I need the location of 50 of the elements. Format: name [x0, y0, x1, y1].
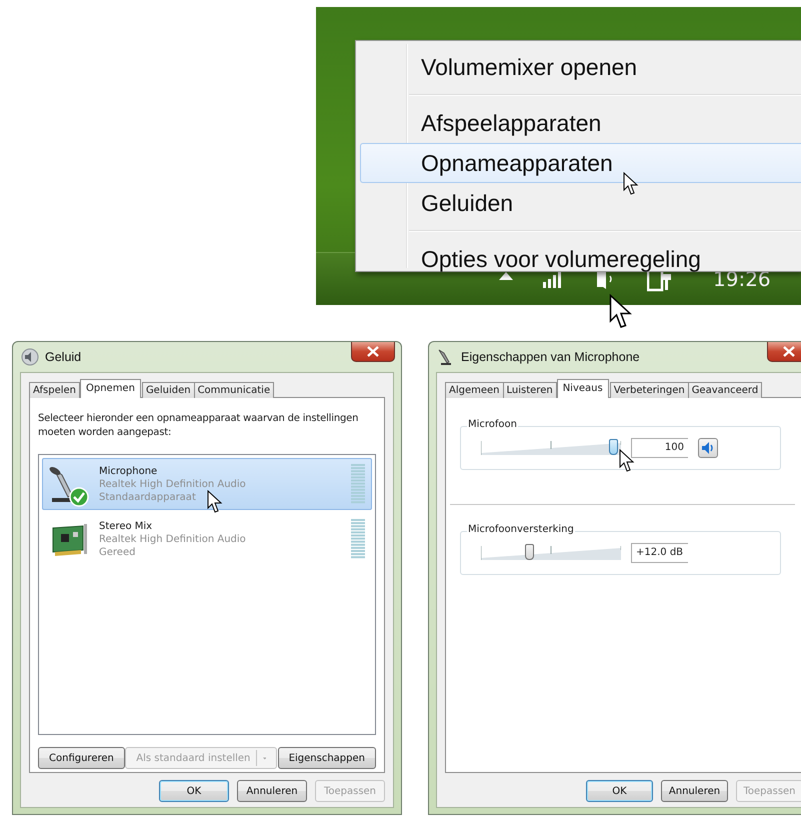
device-name: Stereo Mix	[99, 520, 152, 532]
tab[interactable]: Geavanceerd	[688, 382, 762, 398]
dialog-button[interactable]: Configureren	[38, 747, 125, 769]
cursor-icon	[608, 294, 634, 330]
device-driver: Realtek High Definition Audio	[99, 532, 246, 546]
tab[interactable]: Afspelen	[29, 382, 80, 398]
dialog-button[interactable]: OK	[159, 780, 229, 802]
dialog-button[interactable]: Annuleren	[661, 780, 728, 802]
slider[interactable]	[481, 544, 621, 562]
menu-item[interactable]: Opnameapparaten	[360, 143, 801, 183]
speaker-icon	[701, 441, 715, 455]
level-meter	[351, 464, 365, 504]
cursor-icon	[623, 172, 639, 196]
mute-button[interactable]	[698, 438, 718, 458]
device-status: Standaardapparaat	[99, 490, 196, 504]
tab[interactable]: Communicatie	[194, 382, 274, 398]
device-item[interactable]: Stereo Mix Realtek High Definition Audio Gereed	[42, 513, 372, 565]
tab[interactable]: Niveaus	[556, 379, 609, 398]
value-field[interactable]: 100	[631, 438, 688, 458]
tab[interactable]: Opnemen	[80, 379, 141, 398]
close-icon	[367, 346, 379, 357]
dialog-button[interactable]: Eigenschappen	[278, 747, 376, 769]
speaker-icon	[21, 348, 39, 366]
close-icon	[783, 346, 795, 357]
group-label: Microfoonversterking	[467, 524, 575, 535]
close-button[interactable]	[767, 342, 801, 362]
menu-item[interactable]: Geluiden	[360, 183, 801, 223]
tab[interactable]: Verbeteringen	[610, 382, 689, 398]
slider-thumb[interactable]	[524, 544, 534, 560]
window-title: Eigenschappen van Microphone	[461, 350, 640, 364]
dialog-button[interactable]: OK	[586, 780, 653, 802]
window-title: Geluid	[45, 350, 82, 364]
tab[interactable]: Geluiden	[142, 382, 195, 398]
device-item[interactable]: Microphone Realtek High Definition Audio Standaardapparaat	[42, 458, 372, 510]
dialog-button[interactable]: Annuleren	[237, 780, 307, 802]
device-driver: Realtek High Definition Audio	[99, 478, 246, 490]
group-label: Microfoon	[467, 419, 518, 430]
cursor-icon	[619, 449, 635, 473]
menu-item[interactable]: Volumemixer openen	[360, 47, 801, 87]
device-status: Gereed	[99, 546, 136, 558]
menu-item[interactable]: Afspeelapparaten	[360, 103, 801, 143]
close-button[interactable]	[351, 342, 395, 362]
instruction-text: Selecteer hieronder een opnameapparaat waarvan de instellingen moeten worden aangepast:	[38, 412, 360, 440]
cursor-icon	[207, 490, 223, 514]
slider-thumb[interactable]	[609, 439, 618, 455]
tab[interactable]: Luisteren	[502, 382, 557, 398]
device-name: Microphone	[99, 464, 158, 478]
tab[interactable]: Algemeen	[445, 382, 504, 398]
value-field[interactable]: +12.0 dB	[631, 543, 688, 563]
level-meter	[351, 519, 365, 559]
